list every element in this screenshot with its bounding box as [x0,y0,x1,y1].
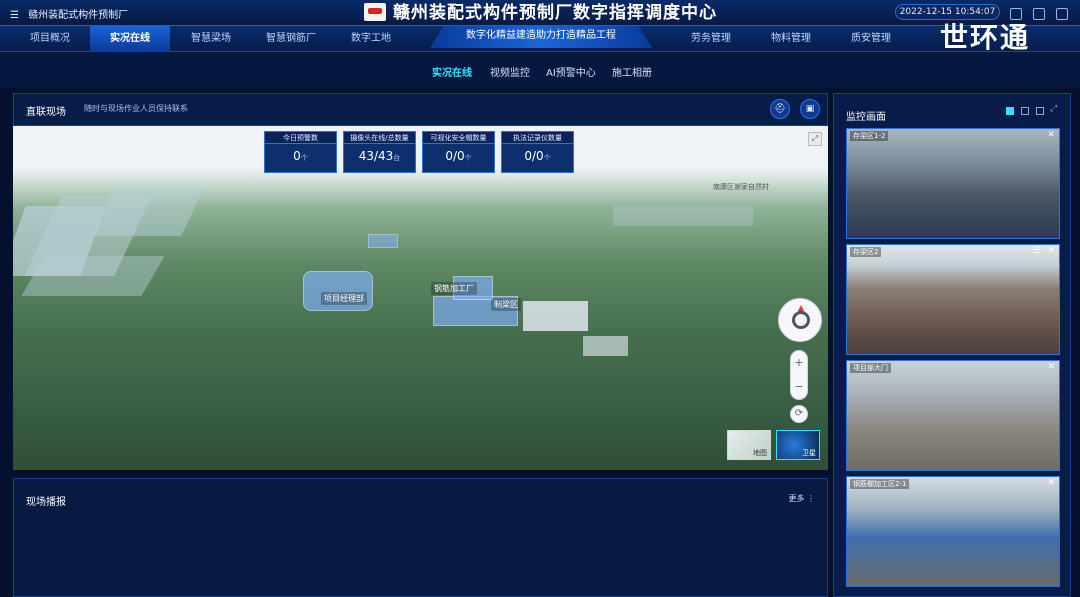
org-name: ☰ 赣州装配式构件预制厂 [10,10,129,21]
reset-view-icon[interactable]: ⟳ [790,405,808,423]
map-top-label: 南康区谢家自然村 [713,183,769,191]
tab-smart-beam-yard[interactable]: 智慧梁场 [180,26,242,52]
helmet-icon[interactable]: ⛑ [770,99,790,119]
stats-bar: 今日预警数 0个 摄像头在线/总数量 43/43台 可视化安全帽数量 0/0个 … [264,131,576,173]
close-icon[interactable]: ✕ [1047,478,1055,488]
subtab-live-online[interactable]: 实况在线 [432,64,472,79]
fullscreen-icon[interactable] [1056,8,1069,20]
top-bar: ☰ 赣州装配式构件预制厂 赣州装配式构件预制厂数字指挥调度中心 2022-12-… [0,0,1080,26]
satellite-map[interactable]: 南康区谢家自然村 项目经理部 钢筋加工厂 制梁区 [13,126,828,470]
sub-nav: 实况在线 视频监控 AI预警中心 施工相册 [0,52,1080,88]
watermark: 世环通 [940,21,1031,54]
layout-4-icon[interactable] [1021,107,1029,115]
stat-safety-helmets: 可视化安全帽数量 0/0个 [422,131,495,173]
close-icon[interactable]: ✕ [1047,130,1055,140]
title-wrap: 赣州装配式构件预制厂数字指挥调度中心 [330,0,750,26]
stat-cameras-online: 摄像头在线/总数量 43/43台 [343,131,416,173]
tab-smart-rebar-factory[interactable]: 智慧钢筋厂 [255,26,327,52]
layout-9-icon[interactable] [1036,107,1044,115]
subtab-video-monitor[interactable]: 视频监控 [490,64,530,79]
tab-material-management[interactable]: 物料管理 [760,26,822,52]
building-project-office [303,271,373,311]
tab-live-online[interactable]: 实况在线 [90,26,170,52]
zoom-control: + − [790,350,808,400]
slogan-banner: 数字化精益建造助力打造精品工程 [430,26,652,48]
live-panel-header: 直联现场 随时与现场作业人员保持联系 ⛑ ▣ [13,93,828,126]
company-logo [364,3,386,21]
layout-1x-icon[interactable] [1006,107,1014,115]
zoom-in-button[interactable]: + [791,351,807,375]
compass-ring-icon [792,311,810,329]
subtab-construction-album[interactable]: 施工相册 [612,64,652,79]
monitor-title: 监控画面 [846,112,886,123]
stat-law-recorders: 执法记录仪数量 0/0个 [501,131,574,173]
map-expand-icon[interactable]: ⤢ [808,132,822,146]
map-label-beam-area[interactable]: 制梁区 [491,298,521,311]
menu-icon[interactable]: ☰ [10,10,19,21]
tab-digital-site[interactable]: 数字工地 [340,26,402,52]
recorder-icon[interactable]: ▣ [800,99,820,119]
camera-feed-2[interactable]: 存梁区2 ☰ ✕ [846,244,1060,355]
menu-icon[interactable]: ☰ [1033,246,1041,256]
fullscreen-icon[interactable]: ⤢ [1050,104,1058,114]
field-area [613,206,753,226]
live-title: 直联现场 [26,107,66,118]
roof-small [583,336,628,356]
tab-labor-management[interactable]: 劳务管理 [680,26,742,52]
beam-yard-roof [523,301,588,331]
tab-quality-safety[interactable]: 质安管理 [840,26,902,52]
compass-control[interactable] [778,298,822,342]
map-label-rebar-factory[interactable]: 钢筋加工厂 [431,282,477,295]
tab-project-overview[interactable]: 项目概况 [20,26,80,52]
site-report-panel: 现场播报 更多 ⋮ [13,478,828,597]
camera-feed-4[interactable]: 钢筋棚加工区2-1 ✕ [846,476,1060,587]
maptype-satellite-button[interactable]: 卫星 [776,430,820,460]
monitor-panel: 监控画面 ⤢ 存梁区1-2 ✕ 存梁区2 ☰ ✕ 项目部大门 ✕ 钢筋棚加工区2… [833,93,1071,597]
camera-feed-1[interactable]: 存梁区1-2 ✕ [846,128,1060,239]
screen-icon[interactable] [1033,8,1046,20]
field-area [91,186,205,236]
field-area [21,256,165,296]
report-title: 现场播报 [26,497,66,508]
subtab-ai-warning[interactable]: AI预警中心 [546,64,596,79]
report-more-link[interactable]: 更多 ⋮ [788,493,815,504]
maptype-map-button[interactable]: 地图 [727,430,771,460]
building-small [368,234,398,248]
page-title: 赣州装配式构件预制厂数字指挥调度中心 [393,3,717,23]
camera-feed-3[interactable]: 项目部大门 ✕ [846,360,1060,471]
map-label-project-office[interactable]: 项目经理部 [321,292,367,305]
close-icon[interactable]: ✕ [1047,362,1055,372]
close-icon[interactable]: ✕ [1047,246,1055,256]
zoom-out-button[interactable]: − [791,375,807,399]
live-subtitle: 随时与现场作业人员保持联系 [84,104,188,113]
stat-today-warnings: 今日预警数 0个 [264,131,337,173]
